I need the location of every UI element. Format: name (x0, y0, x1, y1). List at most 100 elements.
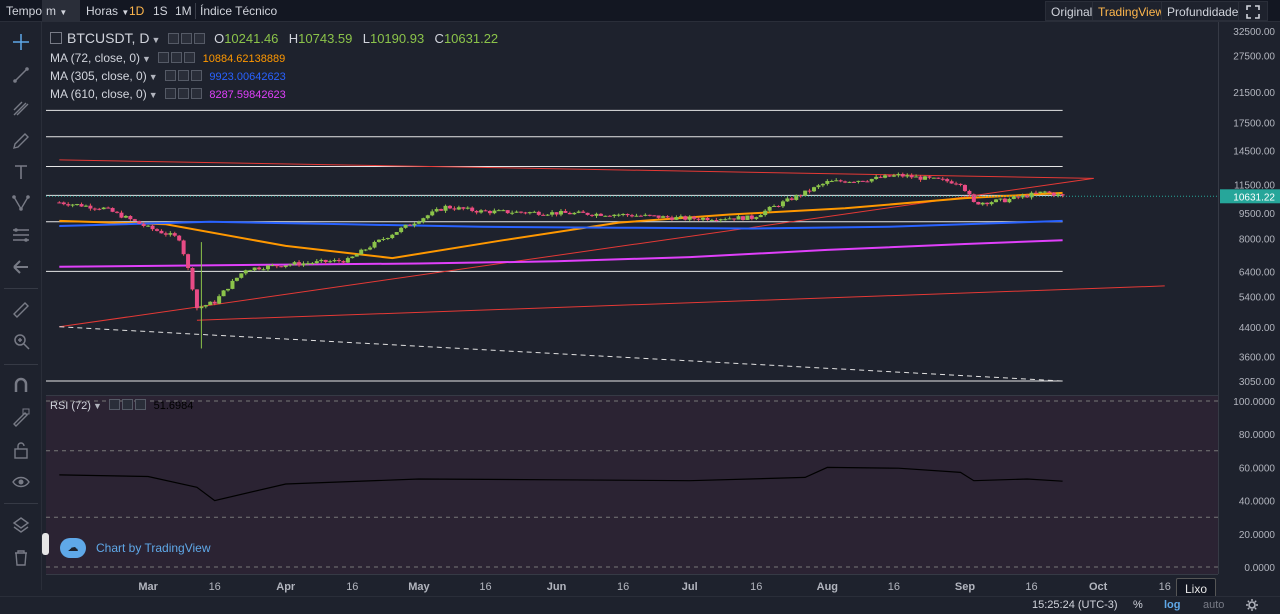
eye-toggle-icon[interactable] (158, 52, 170, 63)
candle-body (221, 290, 226, 297)
candle-body (101, 207, 106, 210)
trash-icon[interactable] (11, 547, 31, 567)
view-depth-button[interactable]: Profundidade (1161, 1, 1245, 21)
magnet-icon[interactable] (11, 375, 31, 395)
settings-icon[interactable] (177, 70, 189, 81)
zoom-icon[interactable] (11, 331, 31, 351)
candle-body (612, 214, 617, 217)
status-bar: 15:25:24 (UTC-3) % log auto (0, 596, 1280, 614)
interval-1s-button[interactable]: 1S (149, 0, 172, 22)
close-icon[interactable] (193, 33, 205, 44)
candle-body (274, 265, 279, 267)
drawing-toolbar (0, 22, 42, 590)
pitchfork-icon[interactable] (11, 98, 31, 118)
candle-body (203, 305, 208, 307)
indicators-button[interactable]: Índice Técnico (196, 0, 281, 22)
crosshair-icon[interactable] (11, 32, 31, 52)
candle-body (834, 180, 839, 182)
candle-body (927, 176, 932, 178)
lock-drawing-icon[interactable] (11, 407, 31, 427)
interval-select[interactable]: m ▼ (42, 0, 80, 22)
eye-toggle-icon[interactable] (164, 70, 176, 81)
percent-toggle[interactable]: % (1133, 599, 1143, 611)
time-axis[interactable]: Mar 16 Apr 16 May 16 Jun 16 Jul 16 Aug 16 Sep 16 Oct 16 (46, 574, 1218, 598)
log-toggle[interactable]: log (1164, 599, 1181, 611)
trendline-icon[interactable] (11, 65, 31, 85)
time-tick-label: Mar (138, 581, 158, 593)
candle-body (665, 216, 670, 218)
ma-305-label[interactable]: MA (305, close, 0) (50, 69, 147, 83)
candle-body (332, 260, 337, 262)
close-icon[interactable] (184, 52, 196, 63)
candle-body (803, 190, 808, 196)
candle-body (918, 176, 923, 180)
chevron-down-icon[interactable]: ▼ (149, 90, 158, 100)
settings-icon[interactable] (180, 33, 192, 44)
close-icon[interactable] (190, 70, 202, 81)
close-icon[interactable] (190, 88, 202, 99)
candle-body (1033, 192, 1038, 194)
eye-icon[interactable] (11, 472, 31, 492)
chevron-down-icon[interactable]: ▼ (149, 72, 158, 82)
eye-toggle-icon[interactable] (167, 33, 179, 44)
candle-body (576, 211, 581, 213)
high-label: H (288, 31, 299, 46)
back-arrow-icon[interactable] (11, 257, 31, 277)
eye-toggle-icon[interactable] (164, 88, 176, 99)
fib-icon[interactable] (11, 225, 31, 245)
candle-body (718, 219, 723, 221)
symbol-name[interactable]: BTCUSDT, D (67, 30, 149, 46)
candle-body (598, 213, 603, 216)
rsi-pane[interactable] (46, 396, 1218, 574)
chevron-down-icon[interactable]: ▼ (142, 54, 151, 64)
candle-body (337, 260, 341, 262)
candle-body (820, 183, 825, 186)
candle-body (1047, 191, 1052, 193)
collapse-legend-icon[interactable] (50, 32, 62, 44)
candle-body (545, 214, 550, 216)
pane-resize-handle[interactable] (42, 533, 49, 555)
interval-1d-button[interactable]: 1D (125, 0, 148, 22)
settings-icon[interactable] (177, 88, 189, 99)
candle-body (452, 208, 457, 210)
time-tick-label: 16 (617, 581, 629, 593)
candle-body (891, 175, 896, 177)
candle-body (230, 280, 235, 289)
candle-body (683, 216, 688, 220)
candle-body (97, 208, 102, 210)
candle-body (590, 214, 595, 216)
settings-icon[interactable] (171, 52, 183, 63)
candle-body (878, 176, 883, 178)
rsi-chart[interactable] (46, 396, 1218, 574)
text-icon[interactable] (11, 162, 31, 182)
layers-icon[interactable] (11, 515, 31, 535)
gear-icon[interactable] (1245, 598, 1259, 612)
candle-body (505, 210, 510, 214)
pattern-icon[interactable] (11, 193, 31, 213)
interval-1m-button[interactable]: 1M (171, 0, 196, 22)
candle-body (403, 224, 408, 228)
ma-72-label[interactable]: MA (72, close, 0) (50, 51, 140, 65)
rsi-tick-label: 60.0000 (1239, 463, 1276, 474)
ma-610-label[interactable]: MA (610, close, 0) (50, 87, 147, 101)
settings-icon[interactable] (122, 399, 134, 410)
chevron-down-icon[interactable]: ▼ (151, 35, 160, 45)
ruler-icon[interactable] (11, 300, 31, 320)
candle-body (479, 210, 484, 213)
auto-toggle[interactable]: auto (1203, 599, 1224, 611)
close-icon[interactable] (135, 399, 147, 410)
rsi-label[interactable]: RSI (72) (50, 400, 91, 412)
view-tradingview-button[interactable]: TradingView (1092, 1, 1171, 21)
brush-icon[interactable] (11, 131, 31, 151)
time-tick-label: Aug (817, 581, 838, 593)
view-original-button[interactable]: Original (1045, 1, 1099, 21)
candle-body (390, 234, 395, 238)
candle-body (190, 268, 195, 290)
tradingview-watermark[interactable]: ☁ Chart by TradingView (60, 536, 211, 560)
chevron-down-icon[interactable]: ▼ (93, 401, 102, 411)
price-axis[interactable]: 32500.00 27500.00 21500.00 17500.00 14500.00… (1218, 22, 1280, 574)
lock-icon[interactable] (11, 440, 31, 460)
fullscreen-icon[interactable] (1238, 1, 1268, 21)
eye-toggle-icon[interactable] (109, 399, 121, 410)
candle-body (408, 224, 413, 226)
